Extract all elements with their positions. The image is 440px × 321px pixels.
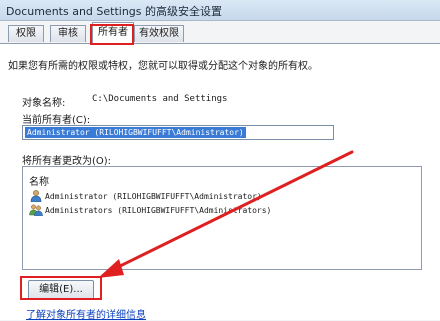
current-owner-field[interactable]: Administrator (RILOHIGBWIFUFFT\Administr… [22,125,334,140]
object-name-label: 对象名称: [22,98,66,109]
owner-tab-highlight-box [90,24,134,45]
list-item-label: Administrators (RILOHIGBWIFUFFT\Administ… [45,205,272,215]
tab-auditing[interactable]: 审核 [50,25,86,42]
intro-text: 如果您有所需的权限或特权，您就可以取得或分配这个对象的所有权。 [8,61,318,72]
owner-help-link[interactable]: 了解对象所有者的详细信息 [26,306,146,321]
object-name-value: C:\Documents and Settings [92,94,228,104]
list-item-label: Administrator (RILOHIGBWIFUFFT\Administr… [45,191,262,201]
tab-permissions[interactable]: 权限 [8,25,44,42]
title-bar: Documents and Settings 的高级安全设置 [0,0,440,21]
current-owner-label: 当前所有者(C): [22,115,91,126]
group-icon [29,204,43,217]
user-icon [29,190,43,203]
edit-button-highlight-box [20,276,102,300]
list-header-name: 名称 [29,177,49,188]
list-item-administrator[interactable]: Administrator (RILOHIGBWIFUFFT\Administr… [29,189,262,203]
change-owner-label: 将所有者更改为(O): [22,156,112,167]
owner-candidates-list[interactable]: 名称 Administrator (RILOHIGBWIFUFFT\Admini… [22,166,422,270]
list-item-administrators[interactable]: Administrators (RILOHIGBWIFUFFT\Administ… [29,203,271,217]
tab-effective-permissions[interactable]: 有效权限 [134,25,184,42]
tab-strip: 权限 审核 所有者 有效权限 [0,21,440,44]
window-title: Documents and Settings 的高级安全设置 [6,5,223,18]
current-owner-value: Administrator (RILOHIGBWIFUFFT\Administr… [25,127,246,138]
